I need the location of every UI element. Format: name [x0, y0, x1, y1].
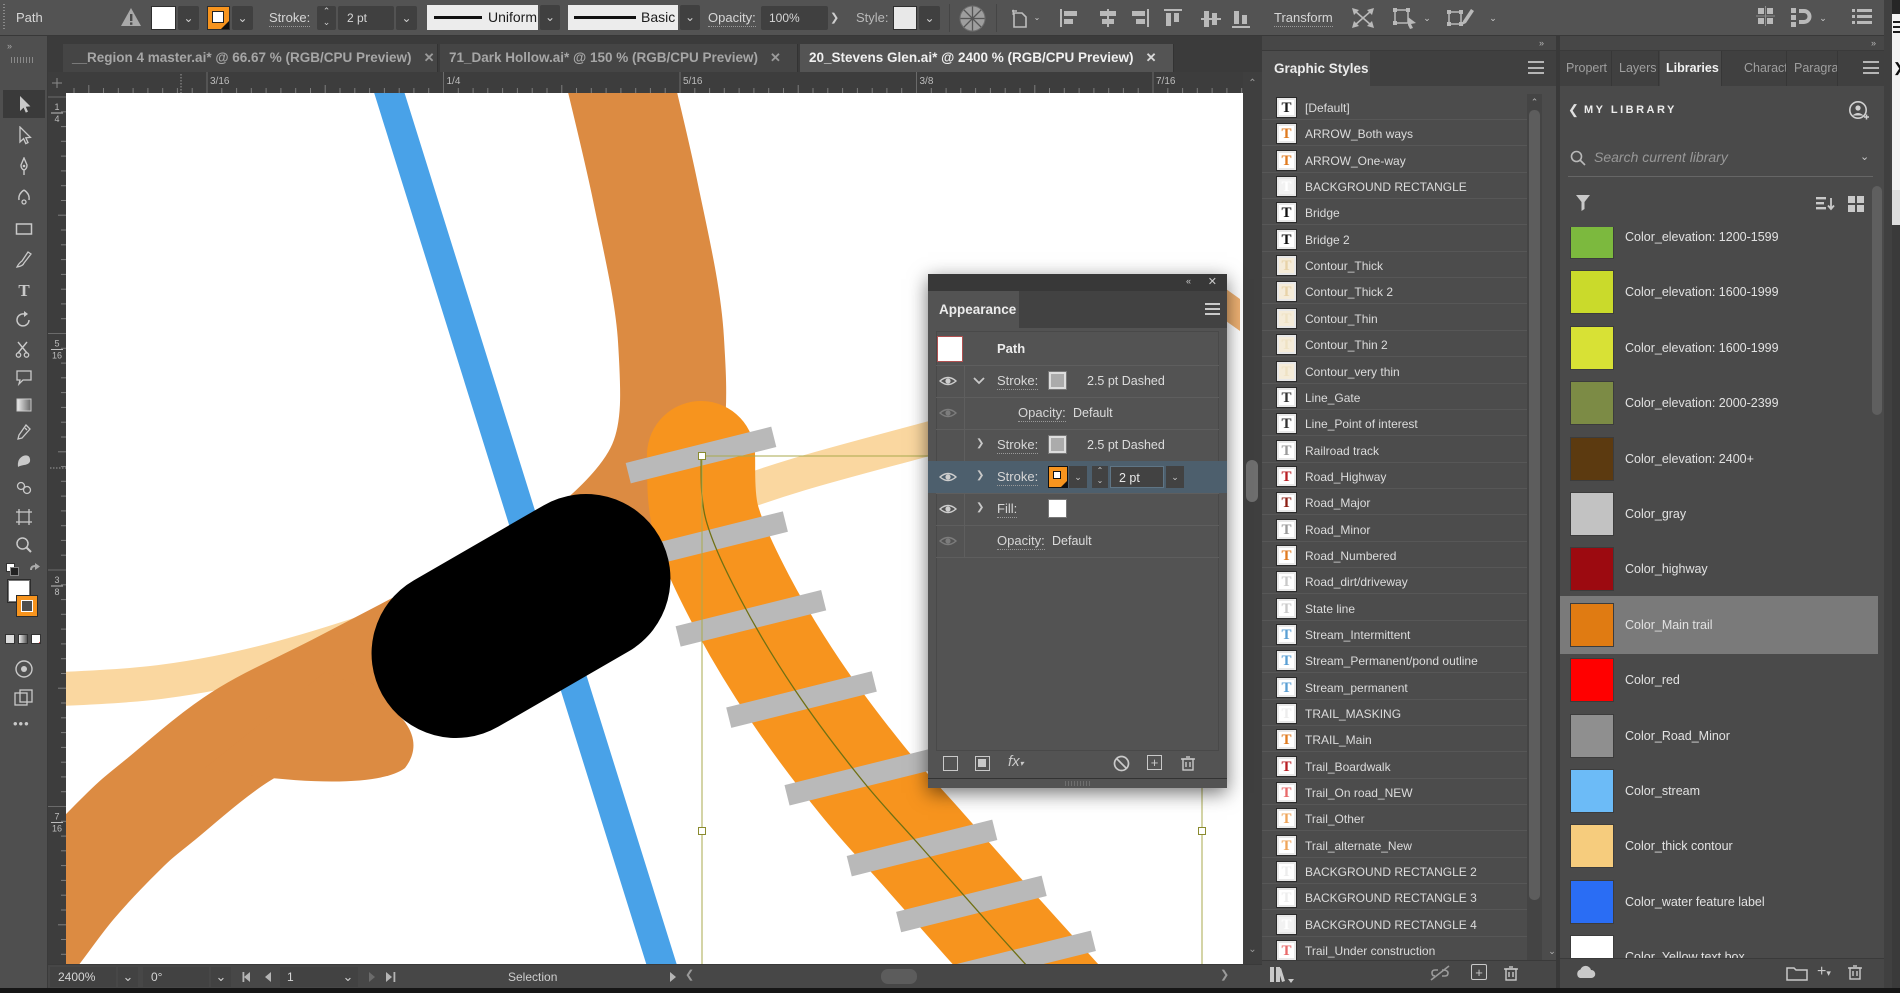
svg-text:8: 8	[54, 587, 59, 597]
svg-text:4: 4	[54, 114, 59, 124]
svg-text:T: T	[18, 281, 30, 300]
svg-text:3: 3	[54, 575, 59, 585]
svg-text:5/16: 5/16	[683, 76, 703, 87]
svg-text:1: 1	[54, 102, 59, 112]
svg-text:3/8: 3/8	[920, 76, 934, 87]
svg-text:7: 7	[54, 812, 59, 822]
svg-text:16: 16	[52, 351, 62, 361]
svg-text:3/16: 3/16	[210, 76, 230, 87]
svg-text:7/16: 7/16	[1156, 76, 1176, 87]
svg-text:1/4: 1/4	[447, 76, 461, 87]
svg-text:16: 16	[52, 824, 62, 834]
svg-text:5: 5	[54, 339, 59, 349]
